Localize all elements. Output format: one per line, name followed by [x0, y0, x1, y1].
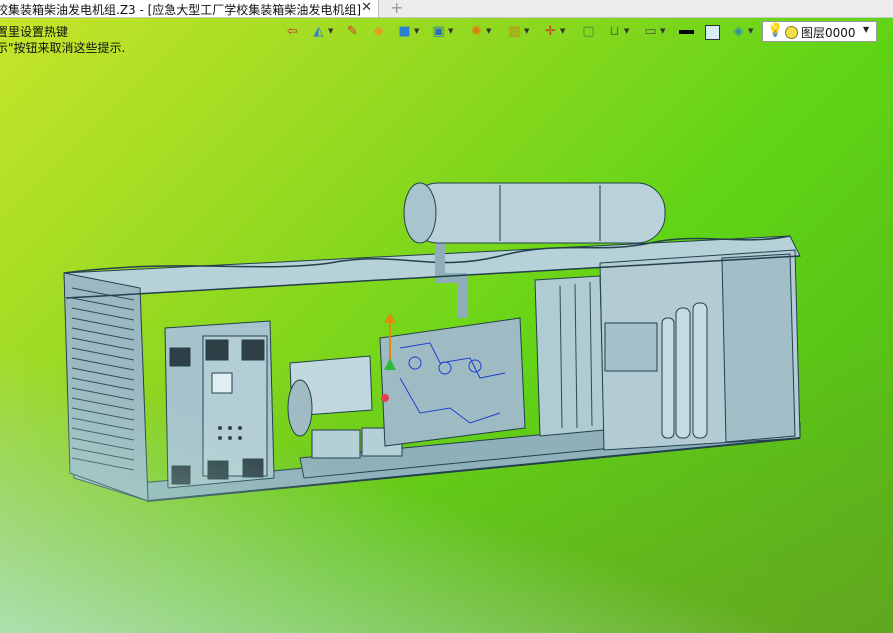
battery-box-1 [311, 429, 361, 459]
cabinet-vent-2 [205, 339, 229, 361]
distribution-box [604, 322, 658, 372]
cabinet-vent-1 [169, 347, 191, 367]
alternator-end [287, 379, 313, 437]
radiator [534, 275, 605, 437]
cabinet-display [211, 372, 233, 394]
generator-container-model[interactable] [0, 18, 893, 633]
gas-cylinder-1 [661, 317, 675, 439]
gas-cylinder-2 [675, 307, 691, 439]
cabinet-vent-5 [207, 460, 229, 480]
right-end-panel [721, 253, 796, 443]
silencer-end [403, 182, 437, 244]
cabinet-vent-6 [242, 458, 264, 478]
silencer-body [409, 182, 666, 244]
document-tab-title: 校集装箱柴油发电机组.Z3 - [应急大型工厂学校集装箱柴油发电机组] [0, 3, 361, 17]
new-tab-icon[interactable]: + [390, 0, 403, 17]
left-end-panel [63, 272, 149, 502]
close-icon[interactable]: ✕ [361, 0, 372, 15]
gas-cylinder-3 [692, 302, 708, 439]
3d-viewport[interactable]: 置里设置热键 示"按钮来取消这些提示. ⇦ ◭ ▼ ✎ ◆ ■ ▼ ▣ ▼ ✺ ▼ ▧ ▼… [0, 18, 893, 633]
cabinet-vent-4 [171, 465, 191, 485]
cabinet-vent-3 [241, 339, 265, 361]
tab-bar: 校集装箱柴油发电机组.Z3 - [应急大型工厂学校集装箱柴油发电机组] ✕ + [0, 0, 893, 18]
document-tab[interactable]: 校集装箱柴油发电机组.Z3 - [应急大型工厂学校集装箱柴油发电机组] ✕ [0, 0, 379, 17]
